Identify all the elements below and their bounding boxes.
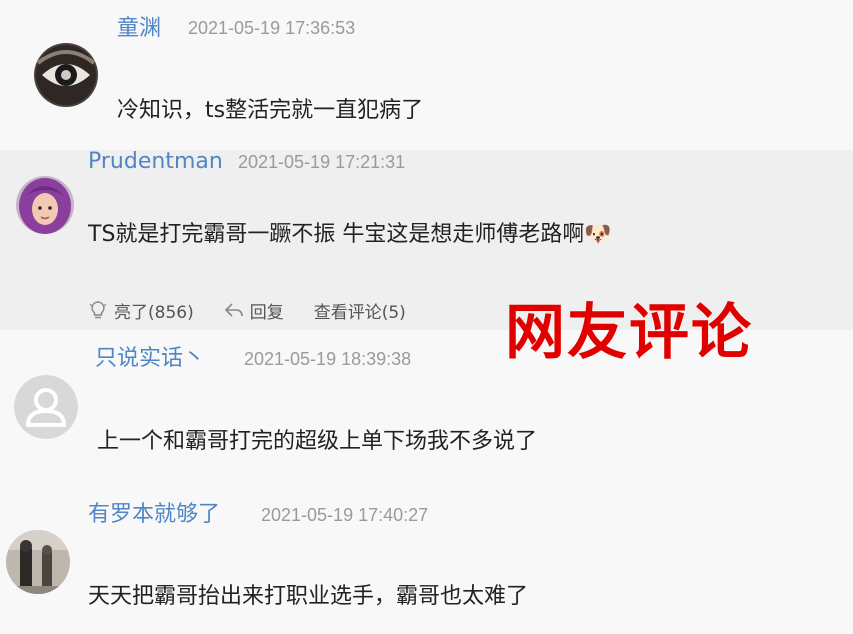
like-count: 亮了(856): [114, 302, 194, 323]
comment-timestamp: 2021-05-19 17:21:31: [238, 152, 406, 172]
purple-hair-girl-avatar-icon[interactable]: [16, 176, 74, 234]
comment-text-content: TS就是打完霸哥一蹶不振 牛宝这是想走师傅老路啊: [88, 222, 585, 247]
default-user-avatar-icon[interactable]: [14, 375, 78, 439]
eye-avatar-icon[interactable]: [34, 43, 98, 107]
comment-text: 上一个和霸哥打完的超级上单下场我不多说了: [97, 429, 538, 454]
comment-username[interactable]: 只说实话丶: [95, 348, 205, 370]
comment-text: TS就是打完霸哥一蹶不振 牛宝这是想走师傅老路啊🐶: [88, 224, 612, 246]
comment-timestamp: 2021-05-19 18:39:38: [244, 349, 412, 369]
comment-username[interactable]: 童渊: [117, 18, 161, 40]
reply-arrow-icon: [224, 303, 243, 317]
comment-timestamp: 2021-05-19 17:40:27: [261, 505, 429, 525]
comment-username[interactable]: 有罗本就够了: [88, 504, 220, 526]
photo-avatar-icon[interactable]: [6, 530, 70, 594]
view-replies-button[interactable]: 查看评论(5): [314, 298, 406, 323]
lightbulb-icon: [89, 301, 107, 319]
reply-label: 回复: [249, 302, 284, 323]
overlay-title: 网友评论: [505, 298, 753, 368]
comment-timestamp: 2021-05-19 17:36:53: [188, 18, 356, 38]
reply-button[interactable]: 回复: [224, 298, 284, 323]
comment-text: 冷知识，ts整活完就一直犯病了: [117, 98, 424, 123]
comment-text: 天天把霸哥抬出来打职业选手，霸哥也太难了: [88, 584, 529, 609]
comment-username[interactable]: Prudentman: [88, 151, 223, 173]
dog-emoji-icon: 🐶: [584, 222, 612, 247]
view-replies-label: 查看评论(5): [313, 302, 406, 323]
comment-actions: 亮了(856) 回复 查看评论(5): [88, 298, 436, 323]
like-button[interactable]: 亮了(856): [88, 298, 194, 323]
